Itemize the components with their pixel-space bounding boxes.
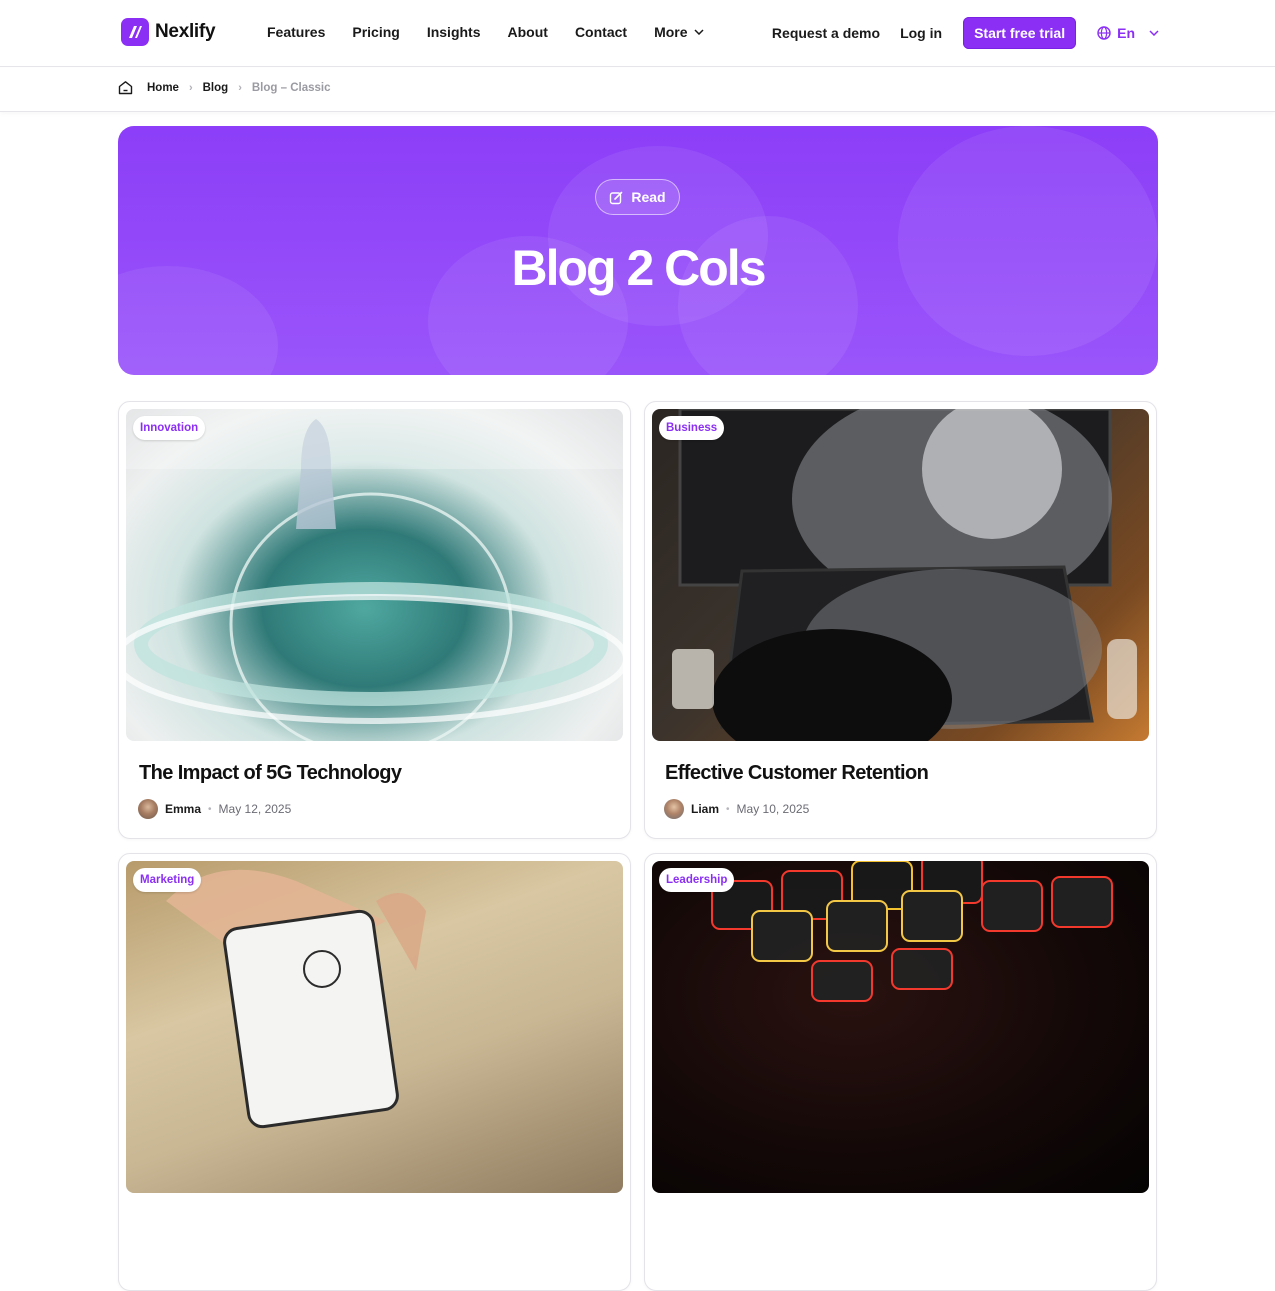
read-pill: Read bbox=[595, 179, 680, 215]
author-name[interactable]: Emma bbox=[165, 802, 201, 816]
payment-terminal-illustration bbox=[166, 869, 426, 1129]
top-navigation: Nexlify Features Pricing Insights About … bbox=[0, 0, 1275, 67]
breadcrumb-home[interactable]: Home bbox=[147, 82, 179, 94]
post-date: May 12, 2025 bbox=[218, 802, 292, 816]
post-card[interactable]: Innovation The Impact of 5G Technology E… bbox=[118, 401, 631, 839]
main-menu: Features Pricing Insights About Contact … bbox=[267, 24, 704, 40]
post-card[interactable]: Business Effective Customer Retention Li… bbox=[644, 401, 1157, 839]
keyboard-illustration bbox=[711, 861, 1113, 1002]
logo-mark-icon bbox=[121, 18, 149, 46]
chevron-down-icon bbox=[693, 29, 704, 35]
category-badge[interactable]: Business bbox=[659, 416, 725, 440]
language-selector[interactable]: En bbox=[1097, 25, 1159, 41]
post-meta: Emma • May 12, 2025 bbox=[138, 799, 291, 819]
nav-more-label: More bbox=[654, 24, 688, 40]
post-title[interactable]: The Impact of 5G Technology bbox=[139, 762, 402, 785]
nav-insights[interactable]: Insights bbox=[427, 24, 481, 40]
breadcrumb: Home › Blog › Blog – Classic bbox=[118, 80, 330, 95]
category-badge[interactable]: Marketing bbox=[133, 868, 202, 892]
read-pill-label: Read bbox=[631, 189, 666, 205]
post-image[interactable]: Innovation bbox=[126, 409, 623, 741]
meta-separator: • bbox=[208, 803, 212, 815]
post-image[interactable]: Business bbox=[652, 409, 1149, 741]
sculpture-illustration bbox=[126, 409, 623, 741]
post-date: May 10, 2025 bbox=[736, 802, 810, 816]
page-title: Blog 2 Cols bbox=[511, 240, 766, 296]
post-image[interactable]: Marketing bbox=[126, 861, 623, 1193]
chevron-down-icon bbox=[1149, 30, 1159, 36]
post-image[interactable]: Leadership bbox=[652, 861, 1149, 1193]
post-title[interactable]: Effective Customer Retention bbox=[665, 762, 929, 785]
request-demo-link[interactable]: Request a demo bbox=[772, 25, 880, 41]
home-icon[interactable] bbox=[118, 80, 133, 95]
globe-icon bbox=[1097, 26, 1111, 40]
post-card[interactable]: Marketing bbox=[118, 853, 631, 1291]
author-avatar bbox=[664, 799, 684, 819]
nav-features[interactable]: Features bbox=[267, 24, 325, 40]
breadcrumb-blog[interactable]: Blog bbox=[203, 82, 229, 94]
nav-pricing[interactable]: Pricing bbox=[352, 24, 399, 40]
language-label: En bbox=[1117, 25, 1135, 41]
edit-icon bbox=[610, 191, 623, 204]
hero-banner: Read Blog 2 Cols bbox=[118, 126, 1158, 375]
breadcrumb-current: Blog – Classic bbox=[251, 81, 331, 94]
post-meta: Liam • May 10, 2025 bbox=[664, 799, 809, 819]
nav-about[interactable]: About bbox=[508, 24, 548, 40]
post-card[interactable]: Leadership bbox=[644, 853, 1157, 1291]
brand-name: Nexlify bbox=[155, 21, 216, 42]
author-avatar bbox=[138, 799, 158, 819]
meta-separator: • bbox=[726, 803, 730, 815]
account-actions: Request a demo Log in Start free trial E… bbox=[772, 17, 1159, 49]
nav-contact[interactable]: Contact bbox=[575, 24, 627, 40]
breadcrumb-bar: Home › Blog › Blog – Classic bbox=[0, 68, 1275, 112]
category-badge[interactable]: Leadership bbox=[659, 868, 735, 892]
brand-logo[interactable]: Nexlify bbox=[121, 18, 216, 46]
start-trial-button[interactable]: Start free trial bbox=[963, 17, 1077, 49]
chevron-right-icon: › bbox=[238, 81, 242, 94]
monitors-illustration bbox=[672, 409, 1137, 741]
nav-more[interactable]: More bbox=[654, 24, 704, 40]
author-name[interactable]: Liam bbox=[691, 802, 719, 816]
login-link[interactable]: Log in bbox=[900, 25, 942, 41]
category-badge[interactable]: Innovation bbox=[133, 416, 206, 440]
chevron-right-icon: › bbox=[188, 81, 193, 94]
